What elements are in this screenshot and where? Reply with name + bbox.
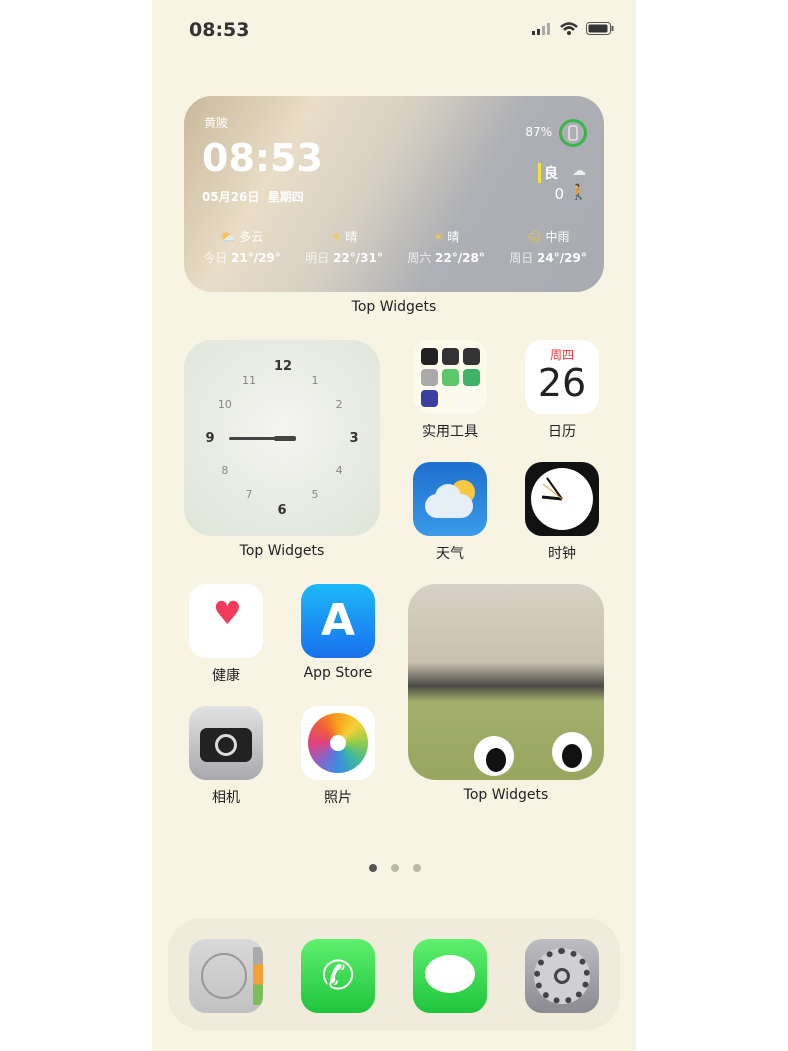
clock-numeral: 1 xyxy=(311,373,319,387)
battery-icon xyxy=(586,22,614,35)
minute-hand xyxy=(274,436,296,441)
app-label: 日历 xyxy=(548,424,576,440)
health-app[interactable]: ♥ xyxy=(189,584,263,658)
clock-numeral: 6 xyxy=(277,503,287,518)
page-dot-active[interactable] xyxy=(369,864,377,872)
air-quality: 良 xyxy=(538,163,558,183)
weather-widget[interactable]: 黄陂 08:53 05月26日 星期四 87% 良 ☁ 0 🚶 ⛅ 多云 今日 … xyxy=(184,96,604,292)
clock-numeral: 11 xyxy=(242,373,256,387)
app-store-icon: A xyxy=(320,595,356,646)
photos-flower-icon xyxy=(308,713,368,773)
widget-date: 05月26日 星期四 xyxy=(202,190,304,204)
page-dot[interactable] xyxy=(413,864,421,872)
steps: 0 xyxy=(554,185,564,203)
clock-numeral: 12 xyxy=(274,359,293,374)
signal-icon xyxy=(532,22,550,35)
sunny-icon: ☀ xyxy=(330,230,342,244)
page-indicator[interactable] xyxy=(369,864,421,872)
app-label: App Store xyxy=(303,665,373,681)
forecast-day-name: 周日 xyxy=(509,251,534,265)
forecast-day: 🌧 中雨 周日 24°/29° xyxy=(498,228,598,266)
calendar-app[interactable]: 周四 26 xyxy=(525,340,599,414)
contacts-app[interactable] xyxy=(189,939,263,1013)
clock-numeral: 3 xyxy=(349,431,359,446)
forecast-day: ⛅ 多云 今日 21°/29° xyxy=(192,228,292,266)
walking-icon: 🚶 xyxy=(569,183,588,201)
person-icon xyxy=(201,953,247,999)
messages-app[interactable] xyxy=(413,939,487,1013)
wifi-icon xyxy=(560,22,578,35)
clock-numeral: 4 xyxy=(335,464,343,477)
forecast-day: ☀ 晴 周六 22°/28° xyxy=(396,228,496,266)
forecast-temp: 21°/29° xyxy=(231,251,281,265)
clock-face-icon xyxy=(531,468,593,530)
widget-time: 08:53 xyxy=(202,136,323,180)
phone-icon: ✆ xyxy=(321,953,355,999)
photos-app[interactable] xyxy=(301,706,375,780)
forecast-day-name: 今日 xyxy=(203,251,228,265)
status-icons xyxy=(532,22,614,35)
widget-label: Top Widgets xyxy=(239,543,325,559)
app-label: 照片 xyxy=(324,790,352,806)
home-screen: 08:53 黄陂 08:53 05月26日 星期四 87% 良 ☁ 0 🚶 ⛅ … xyxy=(152,0,636,1051)
clock-numeral: 2 xyxy=(335,398,343,411)
rain-icon: 🌧 xyxy=(526,230,542,244)
clock-app[interactable] xyxy=(525,462,599,536)
page-dot[interactable] xyxy=(391,864,399,872)
forecast-temp: 22°/31° xyxy=(333,251,383,265)
status-time: 08:53 xyxy=(189,19,250,41)
heart-icon: ♥ xyxy=(213,594,242,632)
widget-label: Top Widgets xyxy=(351,299,437,315)
battery-ring-icon xyxy=(559,119,587,147)
battery-percent: 87% xyxy=(525,125,552,139)
forecast-day: ☀ 晴 明日 22°/31° xyxy=(294,228,394,266)
forecast-condition: 多云 xyxy=(239,230,264,244)
forecast-day-name: 明日 xyxy=(305,251,330,265)
forecast-condition: 中雨 xyxy=(545,230,570,244)
clock-numeral: 9 xyxy=(205,431,215,446)
weather-app[interactable] xyxy=(413,462,487,536)
clock-numeral: 8 xyxy=(221,464,229,477)
forecast-temp: 24°/29° xyxy=(537,251,587,265)
forecast-condition: 晴 xyxy=(447,230,460,244)
settings-app[interactable] xyxy=(525,939,599,1013)
calendar-day: 26 xyxy=(537,361,587,405)
clock-numeral: 10 xyxy=(217,398,232,411)
partly-cloudy-icon: ⛅ xyxy=(220,230,236,244)
clock-numeral: 7 xyxy=(245,488,253,502)
utilities-folder[interactable] xyxy=(413,340,487,414)
camera-app[interactable] xyxy=(189,706,263,780)
clock-numeral: 5 xyxy=(311,488,319,502)
forecast-condition: 晴 xyxy=(345,230,358,244)
app-label: 时钟 xyxy=(548,546,576,562)
gear-icon xyxy=(534,948,590,1004)
clock-widget[interactable]: 12 1 2 3 4 5 6 7 8 9 10 11 xyxy=(184,340,380,536)
sunny-icon: ☀ xyxy=(432,230,444,244)
app-store-app[interactable]: A xyxy=(301,584,375,658)
widget-label: Top Widgets xyxy=(463,787,549,803)
forecast-day-name: 周六 xyxy=(407,251,432,265)
photo-widget[interactable] xyxy=(408,584,604,780)
location: 黄陂 xyxy=(204,116,229,130)
chat-bubble-icon xyxy=(425,955,475,993)
forecast-temp: 22°/28° xyxy=(435,251,485,265)
cloud-icon: ☁ xyxy=(572,163,586,179)
phone-app[interactable]: ✆ xyxy=(301,939,375,1013)
camera-icon xyxy=(200,728,252,762)
